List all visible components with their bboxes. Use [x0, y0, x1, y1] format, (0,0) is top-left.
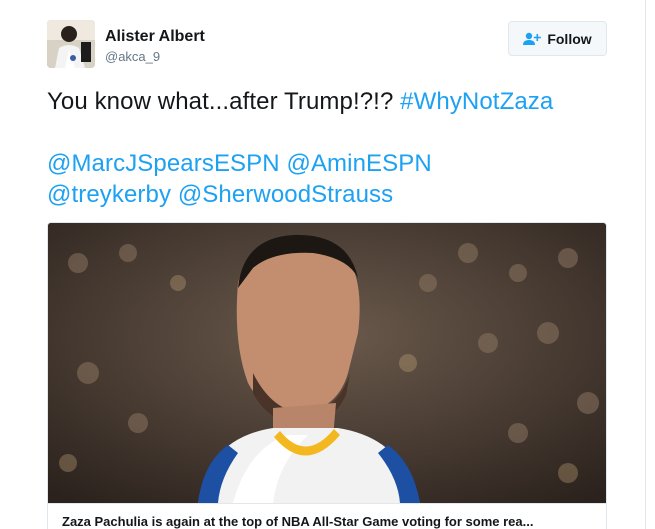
tweet-text: You know what...after Trump!?!? #WhyNotZ… [47, 86, 617, 210]
card-caption: Zaza Pachulia is again at the top of NBA… [48, 503, 606, 529]
author-full-name[interactable]: Alister Albert [105, 27, 205, 47]
card-caption-text: Zaza Pachulia is again at the top of NBA… [62, 514, 534, 529]
follow-button-label: Follow [547, 30, 592, 47]
tweet-mentions-line-1: @MarcJSpearsESPN @AminESPN [47, 148, 617, 179]
mention-link[interactable]: @AminESPN [286, 150, 431, 177]
window-edge [645, 0, 655, 529]
tweet-mentions-line-2: @treykerby @SherwoodStrauss [47, 179, 617, 210]
card-image[interactable] [48, 223, 606, 503]
basketball-player-photo-icon [48, 223, 606, 503]
avatar[interactable] [47, 20, 95, 68]
mention-link[interactable]: @treykerby [47, 181, 171, 208]
link-card[interactable]: Zaza Pachulia is again at the top of NBA… [47, 222, 607, 529]
hashtag-link[interactable]: #WhyNotZaza [400, 88, 553, 115]
mention-link[interactable]: @MarcJSpearsESPN [47, 150, 280, 177]
author-username[interactable]: @akca_9 [105, 48, 205, 66]
mention-link[interactable]: @SherwoodStrauss [178, 181, 393, 208]
follow-button[interactable]: Follow [508, 21, 607, 56]
tweet-header: Alister Albert @akca_9 Follow [47, 20, 607, 70]
tweet: Alister Albert @akca_9 Follow You know w… [0, 0, 645, 529]
tweet-text-plain: You know what...after Trump!?!? [47, 88, 401, 115]
add-user-icon [523, 32, 542, 45]
tweet-text-line-1: You know what...after Trump!?!? #WhyNotZ… [47, 86, 617, 117]
profile-photo-icon [47, 20, 95, 68]
author-names: Alister Albert @akca_9 [105, 27, 205, 66]
